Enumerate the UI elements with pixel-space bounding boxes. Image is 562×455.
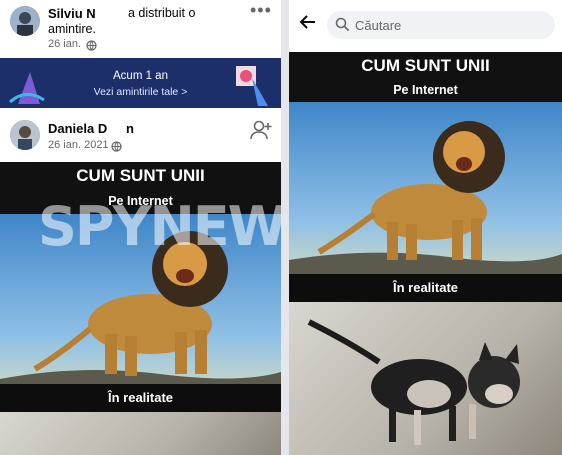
meme-footer: În realitate	[289, 274, 562, 302]
add-friend-icon[interactable]	[250, 120, 272, 145]
search-placeholder: Căutare	[355, 18, 402, 33]
memories-banner-title: Acum 1 an	[113, 70, 168, 82]
globe-icon	[111, 139, 122, 157]
meme-image[interactable]: CUM SUNT UNII Pe Internet În realitate	[289, 52, 562, 455]
kitten-illustration	[307, 319, 520, 445]
post-date[interactable]: 26 ian. 2021	[48, 139, 109, 151]
search-input[interactable]: Căutare	[327, 11, 555, 39]
lion-illustration	[289, 121, 562, 277]
search-top-bar: Căutare	[289, 0, 562, 52]
memories-banner[interactable]: Acum 1 an Vezi amintirile tale >	[0, 58, 281, 108]
back-arrow-icon[interactable]	[297, 12, 317, 38]
right-search-panel: Căutare CUM SUNT UNII Pe Internet În rea…	[289, 0, 562, 455]
kitten-photo-top	[0, 412, 281, 455]
globe-icon	[86, 38, 97, 56]
panel-divider	[281, 0, 289, 455]
post-author-name[interactable]: Daniela D	[48, 121, 107, 136]
search-icon	[335, 17, 350, 37]
avatar-image	[10, 6, 40, 36]
post-author-name-suffix[interactable]: n	[126, 121, 134, 136]
post-author-name[interactable]: Silviu N	[48, 6, 96, 21]
meme-title: CUM SUNT UNII	[361, 56, 490, 75]
more-icon[interactable]: •••	[250, 0, 272, 21]
shared-memory-post-header: Silviu N a distribuit o amintire. 26 ian…	[0, 0, 281, 58]
meme-subtitle: Pe Internet	[393, 83, 458, 97]
meme-title: CUM SUNT UNII	[76, 166, 205, 185]
post-action-text-2: amintire.	[48, 22, 96, 36]
memories-illustration	[9, 66, 268, 106]
left-feed-panel: Silviu N a distribuit o amintire. 26 ian…	[0, 0, 281, 455]
meme-post-header: Daniela D n 26 ian. 2021	[0, 112, 281, 162]
memories-banner-link[interactable]: Vezi amintirile tale >	[0, 86, 281, 98]
watermark: SPYNEWS	[38, 195, 281, 258]
post-action-text: a distribuit o	[128, 6, 196, 20]
avatar-image	[10, 120, 40, 150]
avatar[interactable]	[10, 120, 40, 150]
post-date[interactable]: 26 ian.	[48, 38, 81, 50]
meme-footer: În realitate	[0, 384, 281, 412]
avatar[interactable]	[10, 6, 40, 36]
